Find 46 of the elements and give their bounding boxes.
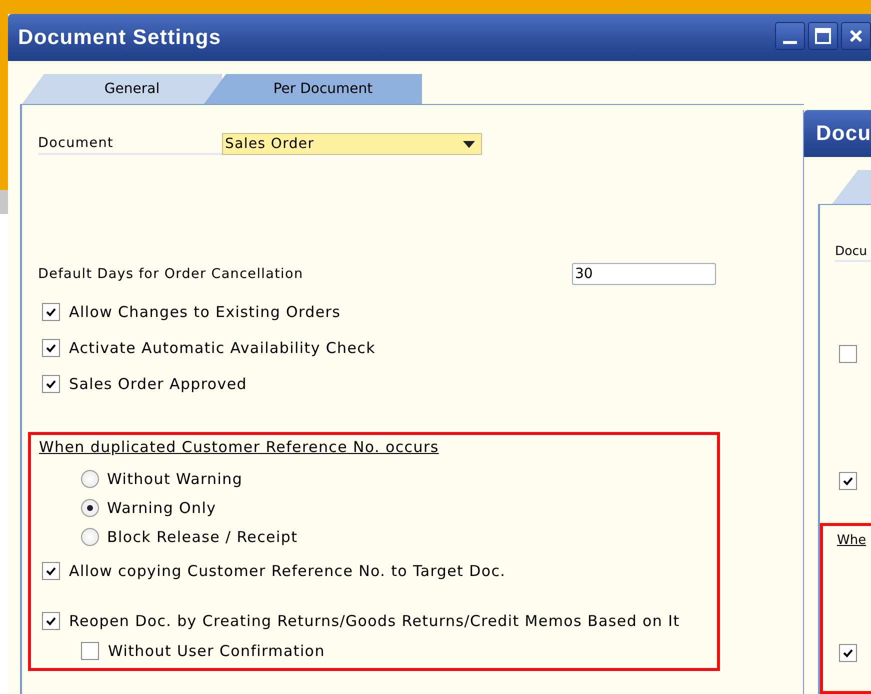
radio-button[interactable]	[81, 470, 99, 488]
checkmark-icon	[45, 565, 57, 577]
dropdown-arrow-icon	[463, 140, 475, 148]
minimize-icon	[783, 40, 797, 44]
checkbox[interactable]	[839, 472, 857, 490]
checkbox[interactable]	[839, 345, 857, 363]
checkmark-icon	[45, 615, 57, 627]
field-label: Default Days for Order Cancellation	[38, 266, 304, 282]
checkmark-icon	[842, 647, 854, 659]
checkmark-icon	[45, 378, 57, 390]
checkbox-label: Reopen Doc. by Creating Returns/Goods Returns/Credit Memos Based on It	[69, 612, 680, 630]
maximize-icon	[814, 27, 832, 45]
close-icon	[847, 27, 865, 45]
checkmark-icon	[45, 306, 57, 318]
checkmark-icon	[842, 475, 854, 487]
minimize-button[interactable]	[775, 22, 805, 50]
checkbox-label: Without User Confirmation	[108, 642, 325, 660]
checkbox-label: Activate Automatic Availability Check	[69, 339, 376, 357]
checkbox[interactable]	[839, 644, 857, 662]
tab[interactable]: General	[22, 74, 222, 104]
window-title: Docu	[816, 122, 871, 146]
checkbox[interactable]	[42, 562, 60, 580]
section-heading: Whe	[837, 533, 866, 548]
checkbox[interactable]	[81, 642, 99, 660]
checkbox[interactable]	[42, 612, 60, 630]
radio-button[interactable]	[81, 499, 99, 517]
checkbox-label: Sales Order Approved	[69, 375, 248, 393]
checkmark-icon	[45, 342, 57, 354]
window-title: Document Settings	[18, 26, 222, 50]
checkbox[interactable]	[42, 303, 60, 321]
days-input[interactable]: 30	[572, 263, 716, 285]
checkbox[interactable]	[42, 375, 60, 393]
radio-label: Without Warning	[107, 470, 243, 488]
checkbox-label: Allow copying Customer Reference No. to Target Doc.	[69, 562, 506, 580]
field-label: Docu	[835, 241, 871, 262]
checkbox[interactable]	[42, 339, 60, 357]
radio-label: Warning Only	[107, 499, 216, 517]
radio-label: Block Release / Receipt	[107, 528, 298, 546]
close-button[interactable]	[841, 22, 871, 50]
tab[interactable]: Per Document	[204, 74, 422, 104]
radio-button[interactable]	[81, 528, 99, 546]
checkbox-label: Allow Changes to Existing Orders	[69, 303, 341, 321]
maximize-button[interactable]	[808, 22, 838, 50]
document-dropdown[interactable]: Sales Order	[222, 133, 482, 155]
section-heading: When duplicated Customer Reference No. occurs	[39, 438, 440, 456]
desktop-strip	[0, 190, 8, 214]
